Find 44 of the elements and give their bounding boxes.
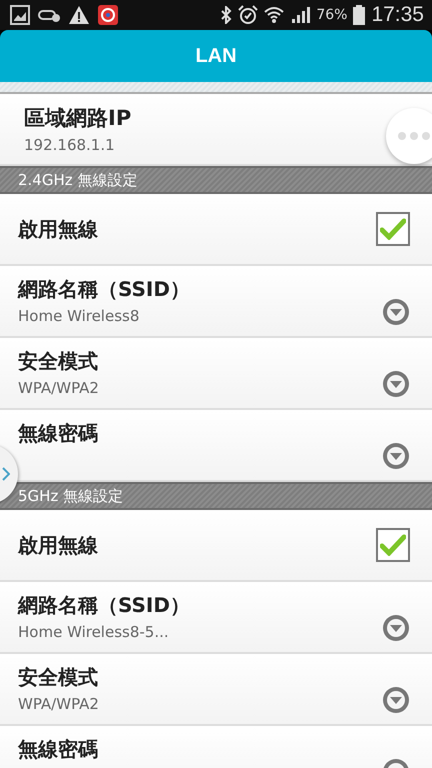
link-icon [38, 7, 60, 23]
row-label: 啟用無線 [18, 532, 98, 558]
signal-icon [290, 6, 310, 24]
clock-time: 17:35 [371, 3, 424, 27]
list-row[interactable]: 啟用無線 [0, 510, 432, 582]
row-value: 192.168.1.1 [23, 136, 116, 154]
section-title: 2.4GHz 無線設定 [18, 170, 138, 190]
list-row[interactable]: 網路名稱（SSID） Home Wireless8-5... [0, 582, 432, 654]
row-label: 啟用無線 [18, 216, 98, 242]
row-label: 無線密碼 [18, 420, 98, 447]
battery-icon [353, 5, 366, 25]
dropdown-icon[interactable] [382, 614, 410, 642]
bluetooth-icon [220, 6, 232, 24]
app-icon [98, 5, 118, 25]
row-label: 區域網路IP [23, 105, 132, 132]
dropdown-icon[interactable] [382, 686, 410, 714]
row-value: Home Wireless8 [18, 307, 140, 325]
list-row[interactable]: 啟用無線 [0, 194, 432, 266]
battery-percentage: 76% [316, 7, 348, 23]
list-row[interactable]: 安全模式 WPA/WPA2 [0, 654, 432, 726]
list-row[interactable]: 無線密碼 [0, 726, 432, 768]
row-value: Home Wireless8-5... [18, 623, 170, 641]
chevron-right-icon [2, 467, 10, 481]
wifi-icon [264, 5, 284, 25]
row-label: 網路名稱（SSID） [18, 276, 190, 303]
alarm-icon [238, 5, 258, 25]
checkbox[interactable] [376, 528, 410, 562]
list-row[interactable]: 無線密碼 [0, 410, 432, 482]
checkbox[interactable] [376, 212, 410, 246]
row-label: 無線密碼 [18, 736, 98, 763]
row-label: 網路名稱（SSID） [18, 592, 190, 619]
section-title: 5GHz 無線設定 [18, 486, 124, 506]
row-value: WPA/WPA2 [18, 695, 99, 713]
list-row[interactable]: 網路名稱（SSID） Home Wireless8 [0, 266, 432, 338]
row-value: WPA/WPA2 [18, 379, 99, 397]
dropdown-icon[interactable] [382, 442, 410, 470]
list-row[interactable]: 安全模式 WPA/WPA2 [0, 338, 432, 410]
dropdown-icon[interactable] [382, 298, 410, 326]
row-label: 安全模式 [18, 664, 99, 691]
image-icon [10, 5, 30, 25]
dropdown-icon[interactable] [382, 370, 410, 398]
screen-title: LAN [195, 44, 237, 68]
row-label: 安全模式 [18, 348, 99, 375]
warning-icon [68, 5, 90, 25]
